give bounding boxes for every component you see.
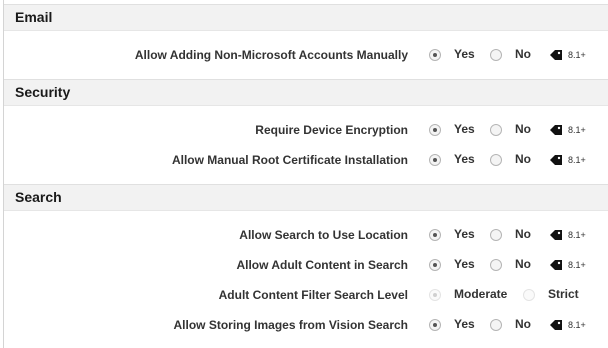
tag-icon [550,320,562,330]
setting-row-require-device-encryption: Require Device Encryption Yes No 8.1+ [4,119,608,143]
setting-label: Require Device Encryption [255,123,408,137]
setting-row-adult-filter-level: Adult Content Filter Search Level Modera… [4,284,608,308]
setting-label: Allow Adult Content in Search [236,258,408,272]
section-header-security: Security [4,79,608,106]
tag-icon [550,125,562,135]
tag-icon [550,50,562,60]
option-yes-label[interactable]: Yes [454,317,475,331]
radio-no[interactable] [490,49,502,61]
option-no-label[interactable]: No [515,257,531,271]
option-no-label[interactable]: No [515,152,531,166]
option-no-label[interactable]: No [515,122,531,136]
version-label: 8.1+ [568,230,586,240]
radio-no[interactable] [490,124,502,136]
option-yes-label[interactable]: Yes [454,47,475,61]
radio-yes[interactable] [429,49,441,61]
radio-strict[interactable] [523,289,535,301]
version-label: 8.1+ [568,155,586,165]
setting-row-allow-manual-root-cert: Allow Manual Root Certificate Installati… [4,149,608,173]
version-label: 8.1+ [568,260,586,270]
setting-label: Adult Content Filter Search Level [218,288,408,302]
radio-yes[interactable] [429,259,441,271]
radio-yes[interactable] [429,229,441,241]
option-no-label[interactable]: No [515,227,531,241]
setting-label: Allow Adding Non-Microsoft Accounts Manu… [134,48,408,62]
tag-icon [550,230,562,240]
setting-row-allow-storing-vision-images: Allow Storing Images from Vision Search … [4,314,608,338]
setting-row-allow-search-location: Allow Search to Use Location Yes No 8.1+ [4,224,608,248]
option-yes-label[interactable]: Yes [454,122,475,136]
option-yes-label[interactable]: Yes [454,152,475,166]
section-header-search: Search [4,184,608,211]
setting-label: Allow Manual Root Certificate Installati… [171,153,408,167]
option-yes-label[interactable]: Yes [454,227,475,241]
version-label: 8.1+ [568,125,586,135]
section-title: Search [15,189,62,205]
radio-no[interactable] [490,259,502,271]
setting-label: Allow Search to Use Location [239,228,408,242]
section-header-email: Email [4,4,608,31]
setting-row-allow-adult-content: Allow Adult Content in Search Yes No 8.1… [4,254,608,278]
option-yes-label[interactable]: Yes [454,257,475,271]
radio-no[interactable] [490,319,502,331]
option-strict-label[interactable]: Strict [548,287,579,301]
setting-row-allow-non-microsoft-accounts: Allow Adding Non-Microsoft Accounts Manu… [4,44,608,68]
radio-yes[interactable] [429,319,441,331]
radio-yes[interactable] [429,124,441,136]
version-label: 8.1+ [568,320,586,330]
section-title: Email [15,9,53,25]
tag-icon [550,260,562,270]
option-moderate-label[interactable]: Moderate [454,287,507,301]
version-label: 8.1+ [568,50,586,60]
radio-no[interactable] [490,229,502,241]
radio-moderate[interactable] [429,289,441,301]
radio-yes[interactable] [429,154,441,166]
section-title: Security [15,84,71,100]
tag-icon [550,155,562,165]
setting-label: Allow Storing Images from Vision Search [173,318,409,332]
radio-no[interactable] [490,154,502,166]
option-no-label[interactable]: No [515,317,531,331]
option-no-label[interactable]: No [515,47,531,61]
